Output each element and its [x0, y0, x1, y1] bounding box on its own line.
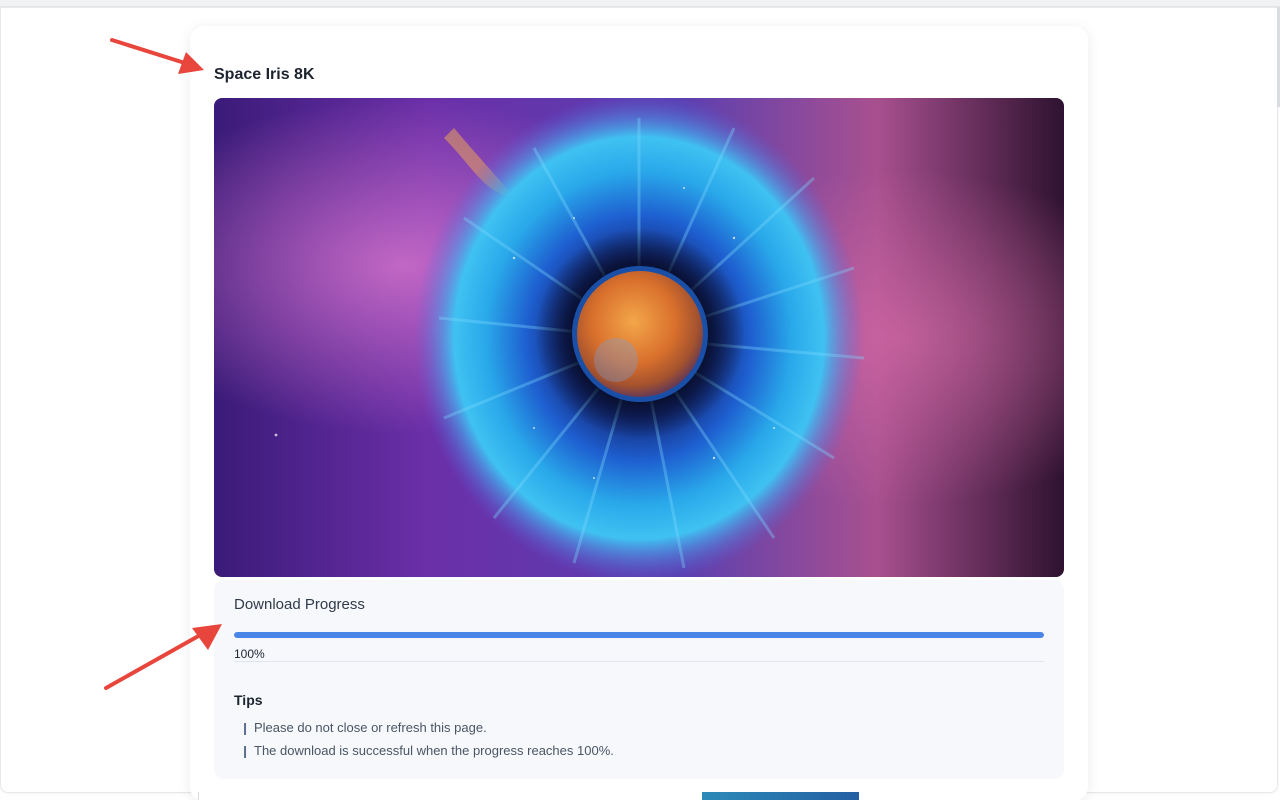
marker-icon: ❙	[240, 720, 251, 735]
wallpaper-preview-image	[214, 98, 1064, 577]
progress-percent: 100%	[234, 647, 265, 661]
screen: Space Iris 8K Download Progress 100% Tip…	[0, 0, 1280, 800]
tips-list: ❙ Please do not close or refresh this pa…	[234, 716, 614, 762]
download-progress-panel: Download Progress 100% Tips ❙ Please do …	[214, 580, 1064, 779]
progress-bar	[234, 632, 1044, 638]
tip-text: Please do not close or refresh this page…	[254, 720, 487, 735]
tip-item: ❙ Please do not close or refresh this pa…	[234, 716, 614, 739]
tip-text: The download is successful when the prog…	[254, 743, 614, 758]
marker-icon: ❙	[240, 743, 251, 758]
tips-heading: Tips	[234, 692, 263, 708]
footer-action-button[interactable]	[702, 792, 859, 800]
footer-divider	[198, 792, 199, 800]
progress-heading: Download Progress	[234, 596, 365, 613]
download-card: Space Iris 8K Download Progress 100% Tip…	[190, 26, 1088, 800]
tip-item: ❙ The download is successful when the pr…	[234, 739, 614, 762]
space-iris-artwork	[214, 98, 1064, 577]
divider	[234, 661, 1044, 662]
progress-bar-fill	[234, 632, 1044, 638]
browser-top-strip	[0, 0, 1280, 7]
wallpaper-title: Space Iris 8K	[214, 66, 315, 83]
